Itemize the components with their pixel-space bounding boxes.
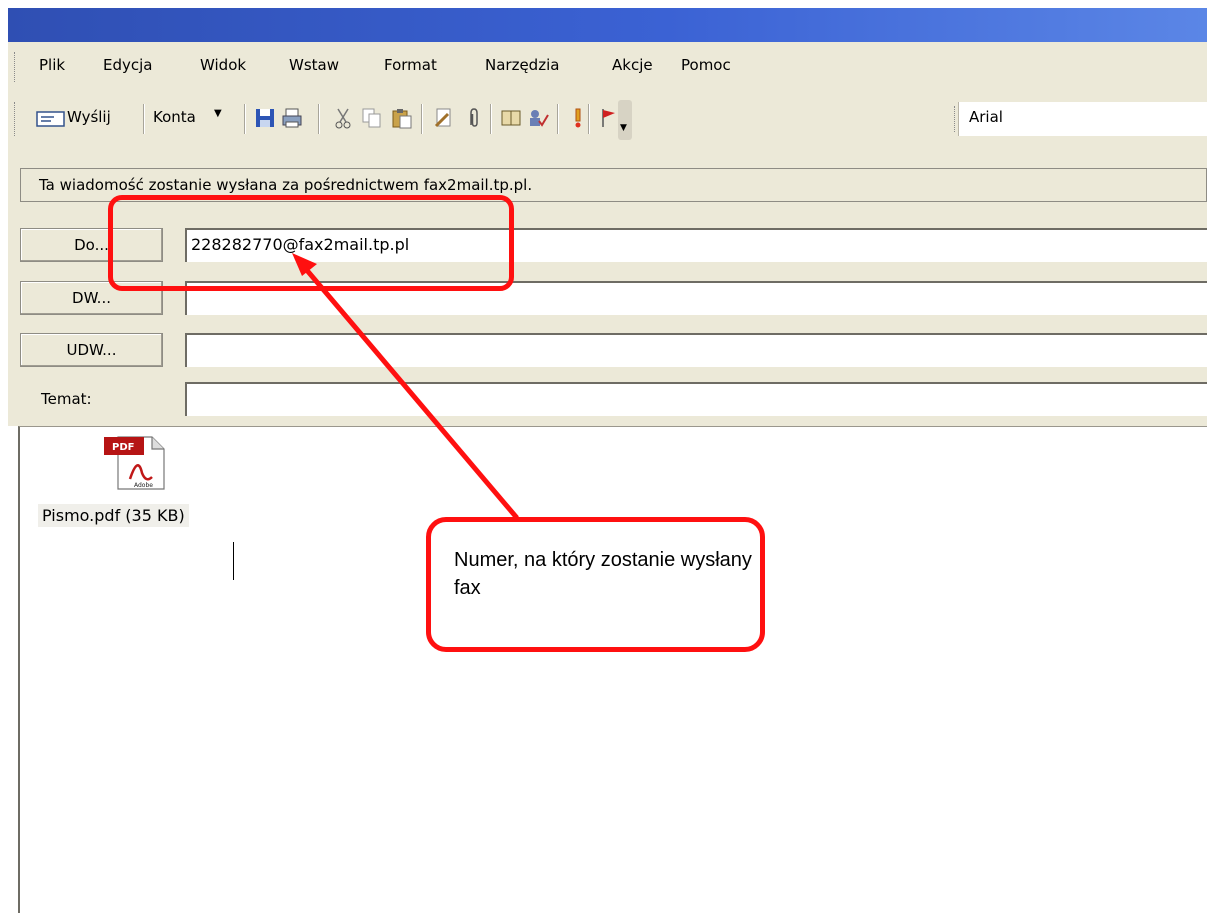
attach-icon[interactable]: [463, 107, 485, 129]
send-button[interactable]: Wyślij: [33, 104, 151, 134]
toolbar-separator: [318, 104, 319, 134]
message-body[interactable]: [18, 426, 1207, 913]
menu-widok[interactable]: Widok: [200, 56, 246, 74]
chevron-down-icon: ▼: [214, 108, 222, 119]
toolbar-grip[interactable]: [14, 102, 17, 136]
send-icon: [36, 111, 65, 127]
toolbar-separator: [421, 104, 422, 134]
subject-field[interactable]: [185, 382, 1207, 416]
print-icon[interactable]: [281, 107, 303, 129]
bcc-field[interactable]: [185, 333, 1207, 367]
menu-edycja[interactable]: Edycja: [103, 56, 152, 74]
menu-plik[interactable]: Plik: [39, 56, 65, 74]
subject-label: Temat:: [41, 390, 92, 408]
annotation-highlight-box: [108, 195, 514, 291]
font-toolbar-grip[interactable]: [954, 106, 957, 132]
font-name-select[interactable]: Arial: [958, 102, 1207, 136]
menu-pomoc[interactable]: Pomoc: [681, 56, 731, 74]
address-book-icon[interactable]: [500, 107, 522, 129]
menubar-grip[interactable]: [14, 52, 17, 82]
menu-bar: [8, 42, 1207, 90]
annotation-callout-text: Numer, na który zostanie wysłany fax: [454, 549, 752, 599]
save-icon[interactable]: [254, 107, 276, 129]
toolbar-separator: [490, 104, 491, 134]
pdf-badge-text: PDF: [112, 442, 134, 453]
menu-narzedzia[interactable]: Narzędzia: [485, 56, 559, 74]
attachment-name[interactable]: Pismo.pdf (35 KB): [38, 504, 189, 527]
bcc-button[interactable]: UDW...: [20, 333, 163, 367]
menu-wstaw[interactable]: Wstaw: [289, 56, 339, 74]
pdf-icon[interactable]: PDF Adobe: [100, 433, 166, 491]
paste-icon[interactable]: [391, 107, 413, 129]
window-title-bar[interactable]: [8, 8, 1207, 42]
accounts-dropdown[interactable]: Konta ▼: [151, 104, 241, 134]
menu-akcje[interactable]: Akcje: [612, 56, 653, 74]
cut-icon[interactable]: [332, 107, 354, 129]
font-name-value: Arial: [969, 108, 1003, 126]
toolbar-separator: [143, 104, 144, 134]
toolbar-options-icon[interactable]: ▼: [618, 100, 632, 140]
menu-format[interactable]: Format: [384, 56, 437, 74]
toolbar-separator: [557, 104, 558, 134]
check-names-icon[interactable]: [527, 107, 549, 129]
toolbar-separator: [244, 104, 245, 134]
importance-icon[interactable]: [567, 107, 589, 129]
toolbar-separator: [588, 104, 589, 134]
text-cursor: [233, 542, 234, 580]
flag-icon[interactable]: [598, 107, 620, 129]
send-label: Wyślij: [67, 108, 111, 126]
insert-file-icon[interactable]: [433, 107, 455, 129]
accounts-label: Konta: [153, 108, 196, 126]
copy-icon[interactable]: [361, 107, 383, 129]
pdf-brand-text: Adobe: [134, 482, 153, 489]
